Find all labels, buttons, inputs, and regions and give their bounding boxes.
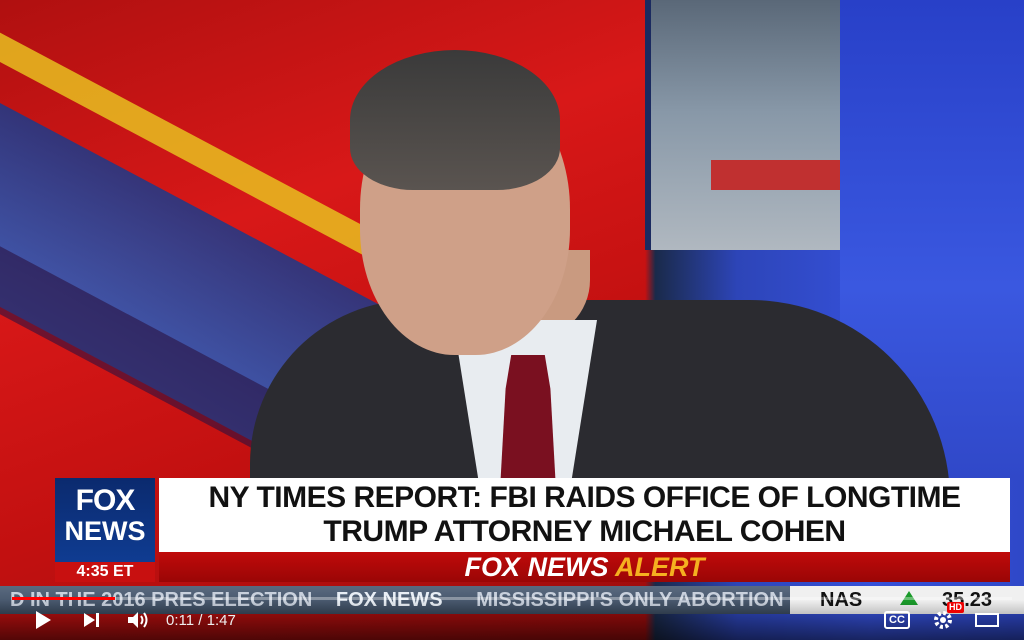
- theater-mode-button[interactable]: [974, 608, 1000, 632]
- current-time: 0:11: [166, 611, 195, 629]
- headline-line-2: TRUMP ATTORNEY MICHAEL COHEN: [323, 515, 846, 548]
- play-icon: [35, 611, 51, 629]
- headline-line-1: NY TIMES REPORT: FBI RAIDS OFFICE OF LON…: [208, 481, 961, 514]
- player-controls: 0:11 / 1:47 CC HD: [0, 600, 1024, 640]
- settings-button[interactable]: HD: [930, 602, 964, 632]
- anchor-person: [250, 50, 950, 500]
- volume-icon: [128, 612, 148, 628]
- volume-button[interactable]: [125, 608, 151, 632]
- video-player[interactable]: FOX NEWS 4:35 ET NY TIMES REPORT: FBI RA…: [0, 0, 1024, 640]
- news-alert-banner: FOX NEWS ALERT: [159, 552, 1010, 582]
- captions-button[interactable]: CC: [884, 608, 910, 632]
- hd-badge: HD: [947, 602, 964, 613]
- lower-third: FOX NEWS 4:35 ET NY TIMES REPORT: FBI RA…: [55, 478, 1010, 584]
- time-display: 0:11 / 1:47: [166, 611, 236, 629]
- time-of-day: 4:35 ET: [55, 562, 155, 582]
- play-button[interactable]: [32, 608, 54, 632]
- cc-icon: CC: [884, 611, 910, 629]
- duration: 1:47: [206, 611, 236, 629]
- next-icon: [84, 613, 99, 627]
- next-button[interactable]: [80, 608, 104, 632]
- fox-news-logo: FOX NEWS 4:35 ET: [55, 478, 155, 582]
- headline-box: NY TIMES REPORT: FBI RAIDS OFFICE OF LON…: [159, 478, 1010, 552]
- theater-icon: [975, 613, 999, 627]
